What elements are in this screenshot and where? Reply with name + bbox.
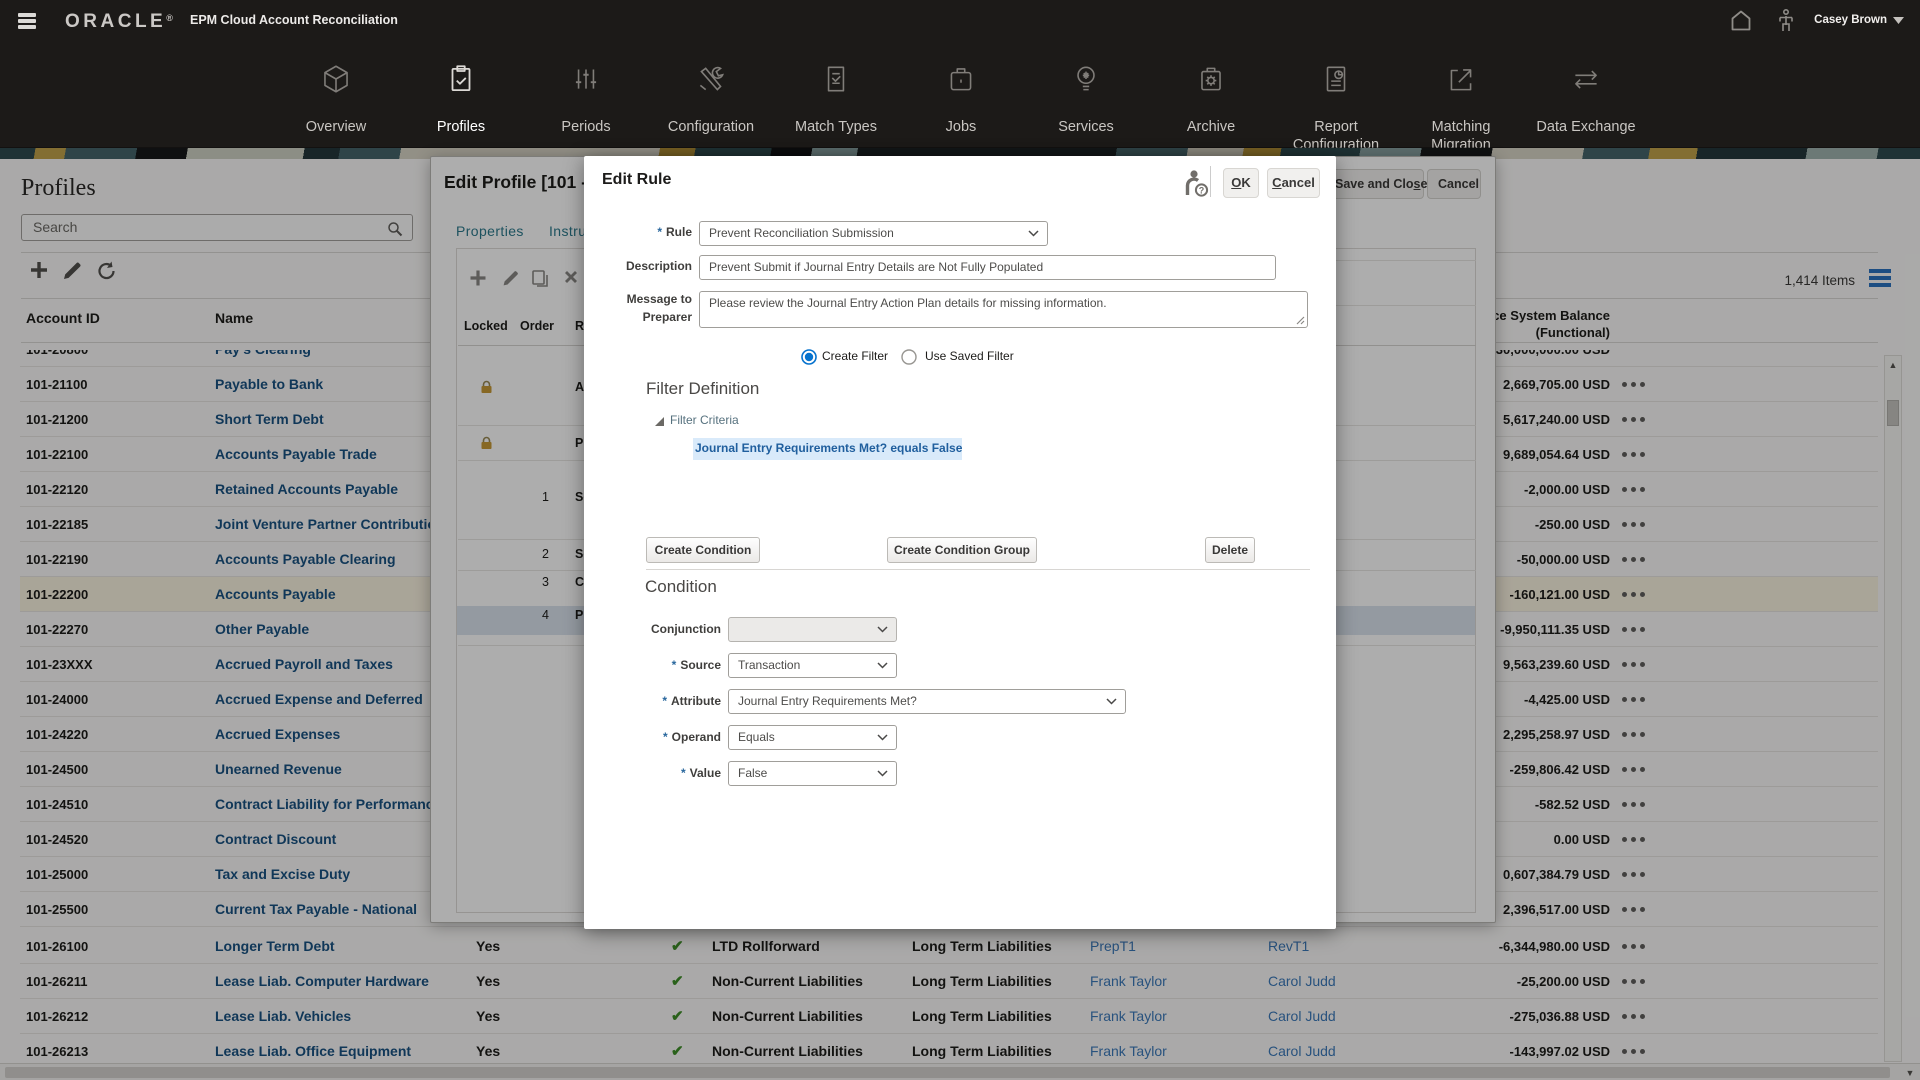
svg-text:?: ?: [1199, 186, 1205, 196]
